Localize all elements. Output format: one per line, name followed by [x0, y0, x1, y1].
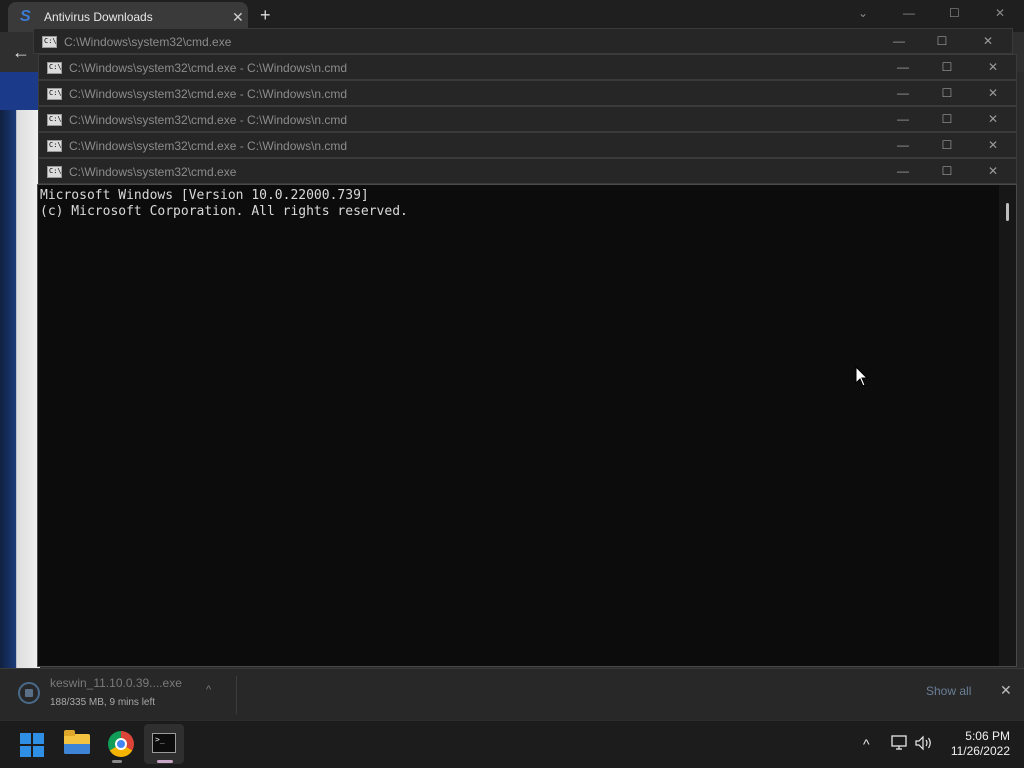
close-button[interactable]: ✕	[985, 85, 1001, 101]
download-shelf-close-icon[interactable]: ✕	[1000, 682, 1012, 699]
browser-restore-button[interactable]: ☐	[949, 6, 960, 20]
download-menu-chevron-icon[interactable]: ^	[206, 684, 211, 696]
file-explorer-icon[interactable]	[64, 730, 90, 754]
cmd-console[interactable]: Microsoft Windows [Version 10.0.22000.73…	[37, 184, 1017, 667]
desktop: S Antivirus Downloads ✕ + ⌄ — ☐ ✕ ← kesw…	[0, 0, 1024, 768]
maximize-button[interactable]: ☐	[939, 59, 955, 75]
chevron-down-icon[interactable]: ⌄	[858, 6, 868, 20]
volume-icon[interactable]	[914, 735, 934, 751]
cmd-icon	[47, 88, 62, 100]
chrome-icon[interactable]	[108, 731, 134, 757]
cmd-window-titlebar[interactable]: C:\Windows\system32\cmd.exe - C:\Windows…	[38, 106, 1017, 132]
page-header-strip	[0, 72, 40, 110]
maximize-button[interactable]: ☐	[934, 33, 950, 49]
cmd-window-title: C:\Windows\system32\cmd.exe	[64, 35, 232, 49]
browser-close-button[interactable]: ✕	[995, 6, 1005, 20]
terminal-icon	[152, 733, 176, 753]
cmd-window-title: C:\Windows\system32\cmd.exe	[69, 165, 237, 179]
minimize-button[interactable]: —	[895, 163, 911, 179]
console-scrollbar[interactable]	[999, 185, 1016, 666]
cmd-window-title: C:\Windows\system32\cmd.exe - C:\Windows…	[69, 139, 348, 153]
console-line-2: (c) Microsoft Corporation. All rights re…	[40, 204, 408, 219]
cmd-icon	[47, 114, 62, 126]
console-line-1: Microsoft Windows [Version 10.0.22000.73…	[40, 188, 369, 203]
clock-date: 11/26/2022	[950, 744, 1010, 758]
tray-chevron-icon[interactable]: ^	[863, 736, 870, 752]
cmd-active-indicator	[157, 760, 173, 763]
taskbar-clock[interactable]: 5:06 PM 11/26/2022	[940, 729, 1010, 759]
maximize-button[interactable]: ☐	[939, 137, 955, 153]
console-scroll-thumb[interactable]	[1006, 203, 1009, 221]
windows-start-icon[interactable]	[20, 733, 44, 757]
browser-tab-title: Antivirus Downloads	[44, 10, 153, 24]
cmd-window-titlebar[interactable]: C:\Windows\system32\cmd.exe — ☐ ✕	[33, 28, 1013, 54]
browser-minimize-button[interactable]: —	[903, 6, 915, 20]
minimize-button[interactable]: —	[895, 111, 911, 127]
browser-page-content	[0, 72, 40, 672]
clock-time: 5:06 PM	[965, 729, 1010, 743]
cmd-window-titlebar[interactable]: C:\Windows\system32\cmd.exe - C:\Windows…	[38, 80, 1017, 106]
close-button[interactable]: ✕	[980, 33, 996, 49]
maximize-button[interactable]: ☐	[939, 85, 955, 101]
new-tab-button[interactable]: +	[260, 6, 278, 24]
close-button[interactable]: ✕	[985, 111, 1001, 127]
maximize-button[interactable]: ☐	[939, 163, 955, 179]
cmd-window-titlebar[interactable]: C:\Windows\system32\cmd.exe - C:\Windows…	[38, 54, 1017, 80]
network-icon[interactable]	[889, 735, 909, 751]
cmd-window-titlebar-active[interactable]: C:\Windows\system32\cmd.exe — ☐ ✕	[38, 158, 1017, 184]
cmd-icon	[47, 166, 62, 178]
cmd-window-titlebar[interactable]: C:\Windows\system32\cmd.exe - C:\Windows…	[38, 132, 1017, 158]
mouse-cursor-icon	[855, 366, 869, 387]
cmd-window-title: C:\Windows\system32\cmd.exe - C:\Windows…	[69, 87, 348, 101]
close-button[interactable]: ✕	[985, 163, 1001, 179]
maximize-button[interactable]: ☐	[939, 111, 955, 127]
minimize-button[interactable]: —	[895, 59, 911, 75]
download-file-name[interactable]: keswin_11.10.0.39....exe	[50, 676, 182, 690]
cmd-window-title: C:\Windows\system32\cmd.exe - C:\Windows…	[69, 61, 348, 75]
download-status: 188/335 MB, 9 mins left	[50, 697, 156, 708]
back-arrow-icon[interactable]: ←	[12, 42, 30, 63]
chrome-running-indicator	[112, 760, 122, 763]
show-all-button[interactable]: Show all	[926, 684, 971, 698]
download-progress-icon	[18, 682, 40, 704]
cmd-icon	[47, 140, 62, 152]
minimize-button[interactable]: —	[891, 33, 907, 49]
site-logo-icon: S	[20, 8, 31, 25]
tab-close-icon[interactable]: ✕	[232, 10, 246, 24]
cmd-window-title: C:\Windows\system32\cmd.exe - C:\Windows…	[69, 113, 348, 127]
minimize-button[interactable]: —	[895, 85, 911, 101]
close-button[interactable]: ✕	[985, 59, 1001, 75]
minimize-button[interactable]: —	[895, 137, 911, 153]
cmd-icon	[42, 36, 57, 48]
close-button[interactable]: ✕	[985, 137, 1001, 153]
download-divider	[236, 676, 237, 714]
cmd-icon	[47, 62, 62, 74]
